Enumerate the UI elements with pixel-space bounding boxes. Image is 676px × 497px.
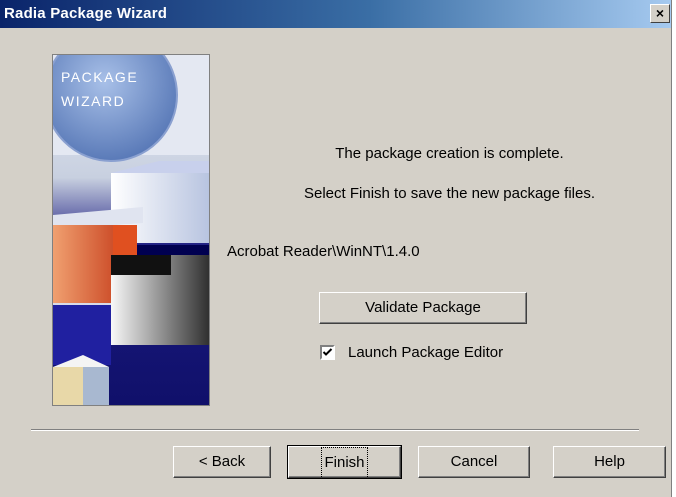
finish-button[interactable]: Finish [287, 445, 402, 479]
validate-package-button[interactable]: Validate Package [319, 292, 527, 324]
finish-label: Finish [321, 447, 368, 479]
close-button[interactable]: × [650, 4, 670, 23]
title-bar[interactable]: Radia Package Wizard × [0, 0, 671, 28]
launch-editor-checkbox[interactable] [320, 345, 335, 360]
cancel-label: Cancel [450, 453, 498, 470]
package-path: Acrobat Reader\WinNT\1.4.0 [227, 243, 420, 260]
validate-package-label: Validate Package [365, 299, 481, 316]
wizard-logo-text: PACKAGE WIZARD [61, 69, 139, 109]
checkmark-icon [322, 348, 333, 356]
cancel-button[interactable]: Cancel [418, 446, 530, 478]
window-title: Radia Package Wizard [4, 5, 168, 22]
package-wizard-dialog: Radia Package Wizard × PACKAGE WIZARD Th… [0, 0, 672, 497]
back-button[interactable]: < Back [173, 446, 271, 478]
finish-instruction: Select Finish to save the new package fi… [304, 185, 595, 202]
footer-separator [31, 429, 639, 431]
help-label: Help [594, 453, 625, 470]
completion-message: The package creation is complete. [335, 145, 564, 162]
help-button[interactable]: Help [553, 446, 666, 478]
wizard-side-image: PACKAGE WIZARD [52, 54, 210, 406]
close-icon: × [655, 5, 665, 21]
back-label: < Back [198, 453, 246, 470]
launch-editor-label: Launch Package Editor [348, 344, 504, 361]
